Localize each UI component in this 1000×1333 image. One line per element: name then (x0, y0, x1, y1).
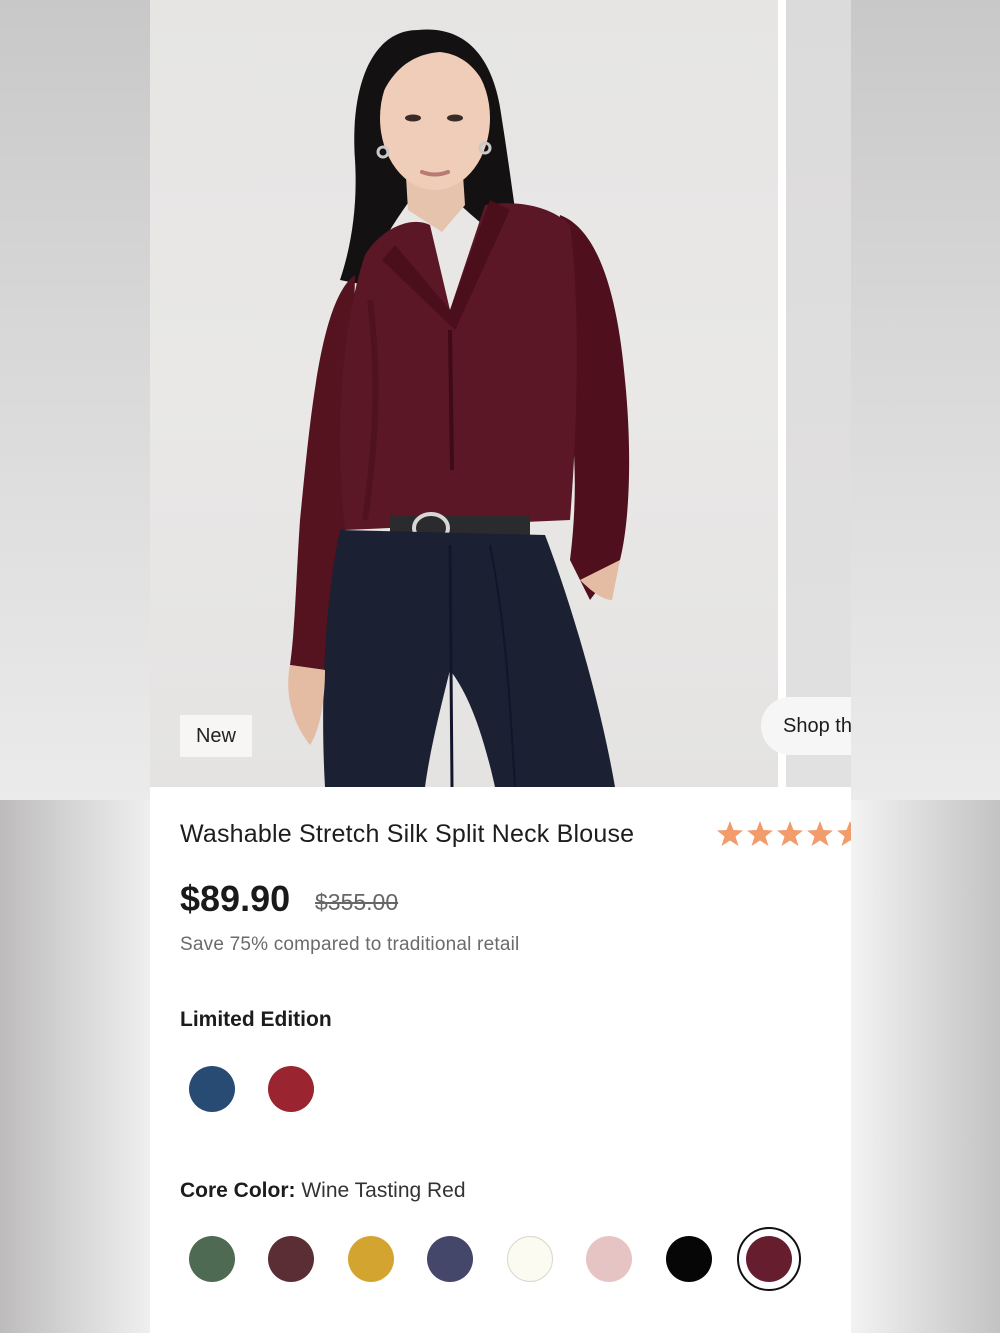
core-color-label: Core Color: Wine Tasting Red (180, 1179, 466, 1203)
original-price: $355.00 (315, 889, 399, 915)
swatch-slate-blue[interactable] (427, 1236, 473, 1282)
model-photo (288, 29, 630, 787)
next-image-preview[interactable] (786, 0, 851, 787)
star-icon (807, 821, 833, 846)
swatch-blush[interactable] (586, 1236, 632, 1282)
rating-stars[interactable] (715, 818, 851, 854)
swatch-brown[interactable] (268, 1236, 314, 1282)
star-icon (777, 821, 803, 846)
shop-the-look-button[interactable]: Shop th (761, 697, 851, 755)
swatch-black[interactable] (666, 1236, 712, 1282)
star-icon (747, 821, 773, 846)
sale-price: $89.90 (180, 878, 291, 919)
product-image[interactable]: New (150, 0, 778, 787)
core-color-heading: Core Color: (180, 1179, 296, 1202)
half-star-icon (837, 821, 851, 846)
swatch-wine-tasting-red[interactable] (746, 1236, 792, 1282)
star-icon (717, 821, 743, 846)
product-title: Washable Stretch Silk Split Neck Blouse (180, 820, 635, 848)
swatch-ivory[interactable] (507, 1236, 553, 1282)
savings-text: Save 75% compared to traditional retail (180, 934, 520, 955)
swatch-mustard[interactable] (348, 1236, 394, 1282)
selected-color-name: Wine Tasting Red (301, 1179, 466, 1202)
swatch-navy[interactable] (189, 1066, 235, 1112)
product-card: New Shop th Washable Stretch Silk Split … (150, 0, 851, 1333)
swatch-green[interactable] (189, 1236, 235, 1282)
new-badge: New (180, 715, 252, 757)
image-carousel[interactable]: New Shop th (150, 0, 851, 787)
limited-edition-label: Limited Edition (180, 1008, 332, 1031)
swatch-red[interactable] (268, 1066, 314, 1112)
